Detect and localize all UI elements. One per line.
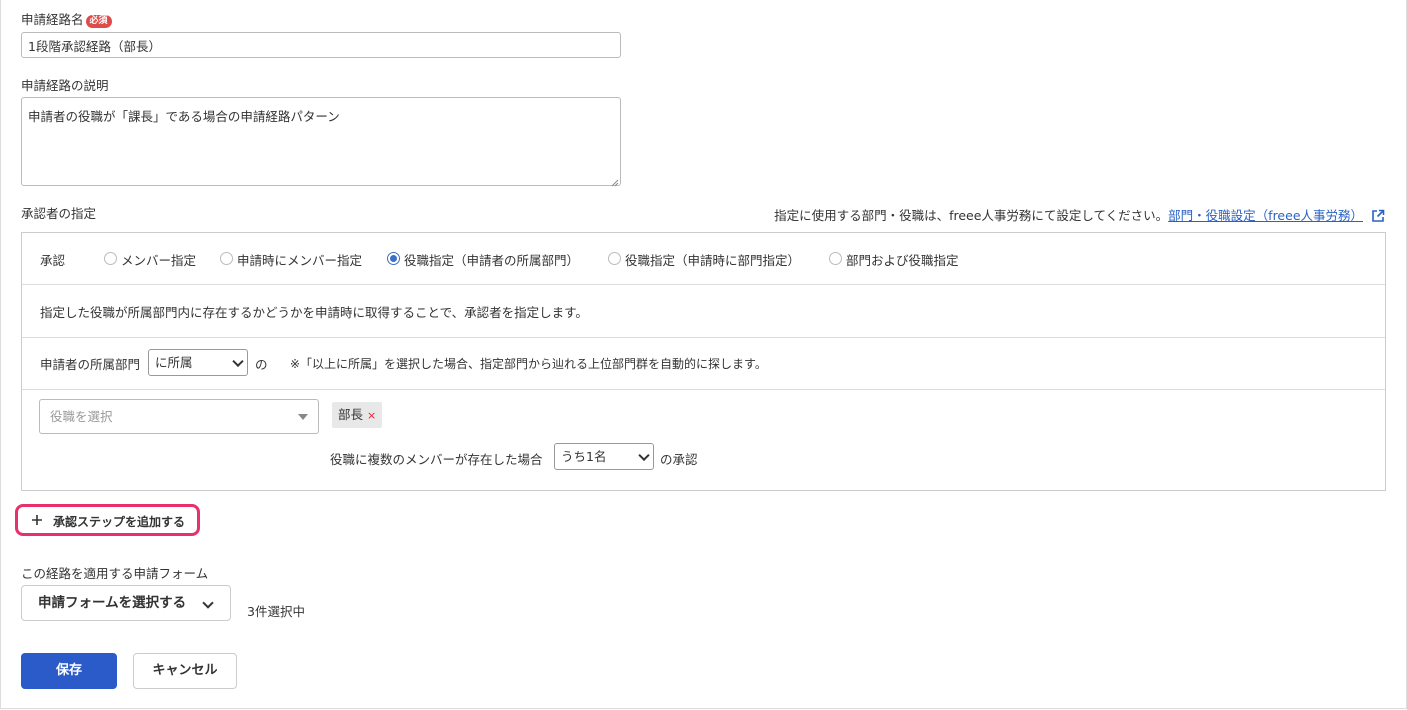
role-select-placeholder: 役職を選択 xyxy=(50,409,113,424)
dept-suffix-label: の xyxy=(255,357,268,372)
selected-role-tag: 部長 × xyxy=(332,402,383,428)
selected-role-tag-label: 部長 xyxy=(338,407,364,422)
radio-dept-and-role-label[interactable]: 部門および役職指定 xyxy=(846,250,959,269)
dept-note: ※「以上に所属」を選択した場合、指定部門から辿れる上位部門群を自動的に探します。 xyxy=(290,357,767,371)
radio-role-dept-on-apply[interactable] xyxy=(608,252,621,265)
approver-section-label: 承認者の指定 xyxy=(21,206,97,221)
dept-role-settings-link[interactable]: 部門・役職設定（freee人事労務） xyxy=(1168,208,1363,223)
radio-dept-and-role[interactable] xyxy=(829,252,842,265)
radio-member-on-apply[interactable] xyxy=(220,252,233,265)
multiple-member-select-value: うち1名 xyxy=(561,449,607,464)
select-forms-button[interactable]: 申請フォームを選択する xyxy=(21,585,231,621)
plus-icon xyxy=(31,514,43,529)
route-name-label: 申請経路名 必須 xyxy=(21,9,112,28)
dept-prefix-label: 申請者の所属部門 xyxy=(40,357,141,372)
forms-label: この経路を適用する申請フォーム xyxy=(21,566,209,581)
route-description-textarea[interactable]: 申請者の役職が「課長」である場合の申請経路パターン xyxy=(21,97,621,186)
multiple-member-label: 役職に複数のメンバーが存在した場合 xyxy=(330,452,543,467)
select-forms-label: 申請フォームを選択する xyxy=(38,595,187,611)
step-description: 指定した役職が所属部門内に存在するかどうかを申請時に取得することで、承認者を指定… xyxy=(40,305,588,320)
route-description-label: 申請経路の説明 xyxy=(21,78,109,93)
chevron-down-icon xyxy=(638,449,650,461)
radio-member[interactable] xyxy=(104,252,117,265)
approver-help-text: 指定に使用する部門・役職は、freee人事労務にて設定してください。 xyxy=(774,208,1169,223)
radio-role-dept-on-apply-label[interactable]: 役職指定（申請時に部門指定） xyxy=(625,250,800,269)
radio-role-own-dept-label[interactable]: 役職指定（申請者の所属部門） xyxy=(404,250,579,269)
add-approval-step-button[interactable]: 承認ステップを追加する xyxy=(15,504,200,536)
role-select[interactable]: 役職を選択 xyxy=(39,399,319,434)
radio-member-on-apply-label[interactable]: 申請時にメンバー指定 xyxy=(237,250,362,269)
resize-handle-icon[interactable] xyxy=(611,176,619,187)
step-row-label: 承認 xyxy=(40,253,66,268)
divider xyxy=(22,284,1385,285)
dept-scope-select-value: に所属 xyxy=(155,355,193,370)
add-step-label: 承認ステップを追加する xyxy=(53,515,186,529)
chevron-down-icon xyxy=(232,355,244,367)
required-badge: 必須 xyxy=(85,15,112,28)
multiple-member-select[interactable]: うち1名 xyxy=(554,443,654,470)
route-name-label-text: 申請経路名 xyxy=(21,12,84,27)
remove-tag-icon[interactable]: × xyxy=(367,409,376,422)
divider xyxy=(22,389,1385,390)
route-name-input[interactable] xyxy=(21,32,621,58)
forms-selected-count: 3件選択中 xyxy=(247,604,305,619)
external-link-icon[interactable] xyxy=(1371,209,1385,226)
multiple-member-suffix: の承認 xyxy=(660,452,698,467)
radio-role-own-dept[interactable] xyxy=(387,252,400,265)
dept-scope-select[interactable]: に所属 xyxy=(148,349,248,376)
divider xyxy=(22,337,1385,338)
cancel-button[interactable]: キャンセル xyxy=(133,653,237,689)
save-button[interactable]: 保存 xyxy=(21,653,117,689)
approver-help: 指定に使用する部門・役職は、freee人事労務にて設定してください。部門・役職設… xyxy=(774,205,1385,226)
chevron-down-icon xyxy=(202,597,214,609)
approval-step-box: 承認 メンバー指定 申請時にメンバー指定 役職指定（申請者の所属部門） 役職指定… xyxy=(21,232,1386,491)
caret-down-icon xyxy=(298,414,308,420)
radio-member-label[interactable]: メンバー指定 xyxy=(121,250,196,269)
